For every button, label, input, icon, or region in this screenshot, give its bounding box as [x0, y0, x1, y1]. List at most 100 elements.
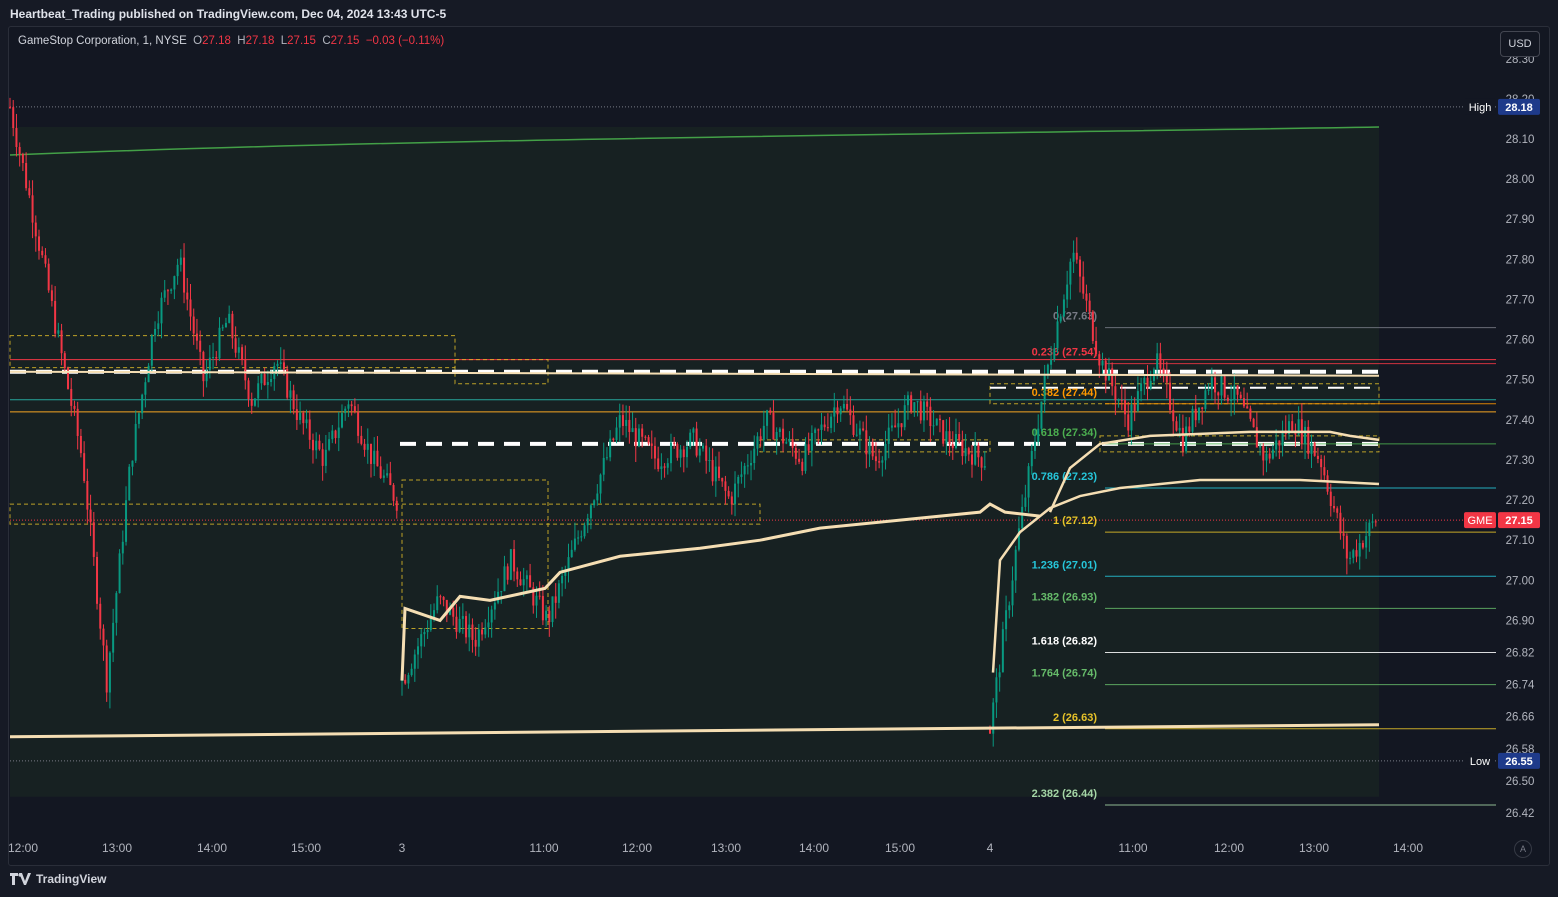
candle-body — [906, 395, 909, 406]
candle-body — [157, 323, 160, 329]
y-tick-label: 27.10 — [1506, 535, 1535, 547]
candle-body — [669, 442, 672, 464]
candle-body — [112, 622, 115, 653]
candle-body — [102, 628, 105, 646]
candle-body — [60, 330, 63, 354]
candle-body — [247, 380, 250, 400]
candle-body — [455, 616, 458, 632]
candle-body — [682, 449, 685, 458]
candle-body — [1230, 400, 1233, 402]
price-chart[interactable]: 28.3028.2028.1028.0027.9027.8027.7027.60… — [0, 0, 1558, 897]
x-tick-label: 14:00 — [799, 841, 829, 855]
high-value: 27.18 — [245, 35, 275, 47]
candle-body — [817, 429, 820, 431]
candle-body — [1246, 406, 1249, 409]
candle-body — [1368, 522, 1371, 537]
candle-body — [1358, 543, 1361, 557]
y-tick-label: 26.82 — [1506, 648, 1535, 660]
y-tick-label: 27.40 — [1506, 415, 1535, 427]
y-tick-label: 28.00 — [1506, 174, 1535, 186]
candle-body — [141, 394, 144, 414]
candle-body — [1207, 389, 1210, 391]
candle-body — [637, 428, 640, 447]
candle-body — [596, 493, 599, 501]
close-value: 27.15 — [330, 35, 360, 47]
candle-body — [76, 408, 79, 436]
candle-body — [47, 263, 50, 291]
candle-body — [801, 461, 804, 471]
candle-body — [160, 297, 163, 324]
candle-body — [31, 195, 34, 223]
candle-body — [353, 406, 356, 412]
candle-body — [134, 423, 137, 461]
candle-body — [257, 383, 260, 399]
candle-body — [945, 431, 948, 444]
candle-body — [1069, 261, 1072, 285]
candle-body — [121, 541, 124, 554]
candle-body — [1062, 299, 1065, 317]
x-tick-label: 12:00 — [622, 841, 652, 855]
candle-body — [477, 629, 480, 647]
open-label: O — [193, 35, 203, 47]
candle-body — [379, 466, 382, 478]
fib-level-label: 1.618 (26.82) — [1032, 636, 1098, 648]
candle-body — [730, 496, 733, 505]
candle-body — [308, 419, 311, 440]
candle-body — [34, 222, 37, 237]
candle-body — [977, 444, 980, 458]
currency-button[interactable]: USD — [1500, 31, 1540, 57]
candle-body — [554, 596, 557, 603]
candle-body — [337, 427, 340, 439]
auto-scale-button[interactable]: A — [1514, 840, 1532, 858]
candle-body — [1079, 259, 1082, 277]
candle-body — [894, 425, 897, 428]
candle-body — [948, 431, 951, 445]
candle-body — [970, 454, 973, 465]
candle-body — [189, 299, 192, 317]
candle-body — [954, 433, 957, 449]
candle-body — [1101, 360, 1104, 366]
candle-body — [580, 536, 583, 538]
candle-body — [772, 412, 775, 440]
candle-body — [1120, 400, 1123, 402]
candle-body — [1223, 376, 1226, 398]
candle-body — [299, 412, 302, 421]
candle-body — [842, 403, 845, 409]
y-tick-label: 27.00 — [1506, 575, 1535, 587]
candle-body — [1204, 390, 1207, 409]
candle-body — [1178, 427, 1181, 431]
candle-body — [1133, 404, 1136, 411]
candle-body — [163, 290, 166, 298]
candle-body — [270, 379, 273, 383]
candle-body — [1336, 508, 1339, 513]
candle-body — [1361, 543, 1364, 548]
candle-body — [679, 449, 682, 458]
candle-body — [311, 439, 314, 451]
candle-body — [484, 627, 487, 635]
candle-body — [602, 457, 605, 475]
candle-body — [1310, 442, 1313, 454]
candle-body — [753, 448, 756, 463]
candle-body — [881, 460, 884, 463]
footer-brand[interactable]: TradingView — [10, 872, 106, 886]
candle-body — [1201, 407, 1204, 409]
candle-body — [685, 446, 688, 458]
candle-body — [44, 255, 47, 264]
symbol-legend: GameStop Corporation, 1, NYSE O27.18 H27… — [18, 35, 444, 47]
x-tick-label: 13:00 — [102, 841, 132, 855]
candle-body — [862, 428, 865, 431]
fib-level-label: 1.382 (26.93) — [1032, 591, 1098, 603]
candle-body — [38, 236, 41, 251]
candle-body — [705, 445, 708, 461]
candle-body — [807, 444, 810, 451]
candle-body — [1056, 321, 1059, 349]
candle-body — [360, 435, 363, 444]
candle-body — [519, 579, 522, 586]
tradingview-logo-icon — [10, 873, 31, 885]
y-tick-label: 27.50 — [1506, 375, 1535, 387]
candle-body — [903, 405, 906, 428]
candle-body — [1082, 276, 1085, 294]
candle-body — [389, 473, 392, 486]
y-tick-label: 27.70 — [1506, 294, 1535, 306]
candle-body — [839, 408, 842, 415]
